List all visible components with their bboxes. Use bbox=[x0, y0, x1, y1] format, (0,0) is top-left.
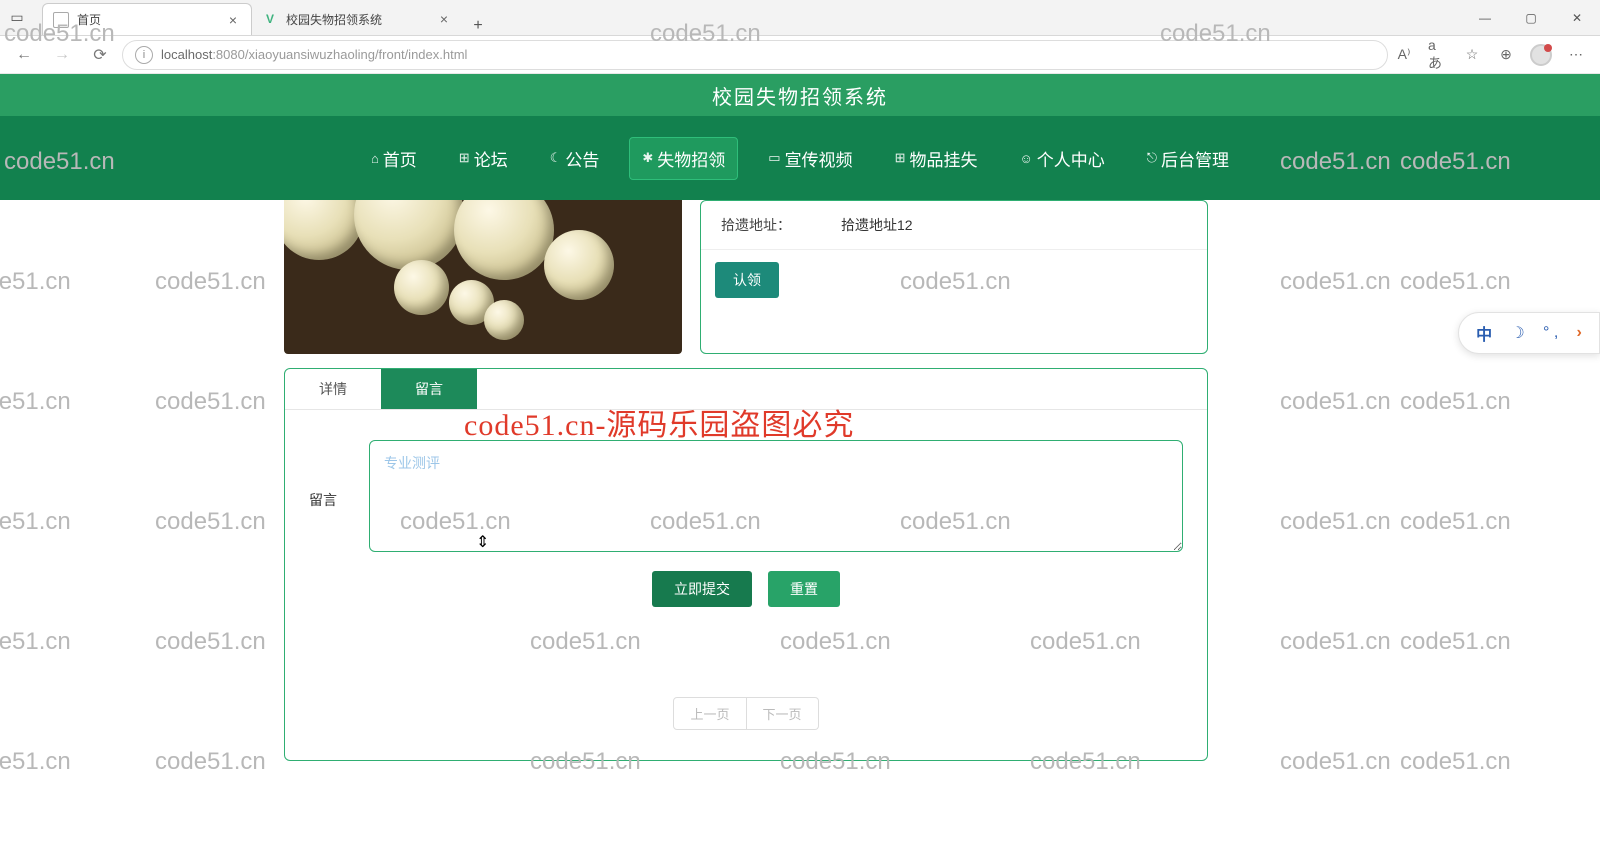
url-field[interactable]: i localhost:8080/xiaoyuansiwuzhaoling/fr… bbox=[122, 40, 1388, 70]
video-icon: ▭ bbox=[768, 150, 780, 166]
ime-punct-icon[interactable]: ° , bbox=[1543, 324, 1558, 342]
item-photo bbox=[284, 200, 682, 354]
ime-expand-icon[interactable]: › bbox=[1577, 324, 1582, 342]
nav-home[interactable]: ⌂首页 bbox=[359, 138, 429, 179]
tab-favicon-doc-icon bbox=[53, 12, 69, 28]
browser-tab-strip: ▭ 首页 × V 校园失物招领系统 × + — ▢ ✕ bbox=[0, 0, 1600, 36]
nav-notice[interactable]: ☾公告 bbox=[538, 138, 612, 179]
nav-forum[interactable]: ⊞论坛 bbox=[447, 138, 520, 179]
admin-icon: ⎋ bbox=[1147, 150, 1157, 166]
translate-icon[interactable]: aあ bbox=[1428, 45, 1448, 65]
panel-tabs: 详情 留言 bbox=[285, 369, 1207, 410]
read-aloud-icon[interactable]: A⁾ bbox=[1394, 45, 1414, 65]
window-close-icon[interactable]: ✕ bbox=[1554, 0, 1600, 35]
window-maximize-icon[interactable]: ▢ bbox=[1508, 0, 1554, 35]
ime-toolbar[interactable]: 中 ☽ ° , › bbox=[1458, 312, 1600, 354]
browser-tab-2[interactable]: V 校园失物招领系统 × bbox=[252, 3, 462, 35]
submit-button[interactable]: 立即提交 bbox=[652, 571, 752, 607]
lostreport-icon: ⊞ bbox=[895, 150, 906, 166]
nav-profile[interactable]: ☺个人中心 bbox=[1007, 138, 1116, 179]
tab-actions-button[interactable]: ▭ bbox=[0, 0, 34, 35]
lostfound-icon: ✱ bbox=[642, 150, 653, 166]
profile-avatar-icon[interactable] bbox=[1530, 44, 1552, 66]
ime-lang-icon[interactable]: 中 bbox=[1476, 321, 1492, 345]
nav-refresh-icon[interactable]: ⟳ bbox=[84, 39, 116, 71]
new-tab-button[interactable]: + bbox=[462, 17, 494, 35]
info-label: 拾遗地址： bbox=[721, 215, 841, 235]
detail-panel: 详情 留言 留言 立即提交 重置 上一页 下一页 bbox=[284, 368, 1208, 761]
nav-admin[interactable]: ⎋后台管理 bbox=[1135, 138, 1241, 179]
main-nav: ⌂首页 ⊞论坛 ☾公告 ✱失物招领 ▭宣传视频 ⊞物品挂失 ☺个人中心 ⎋后台管… bbox=[0, 116, 1600, 200]
site-title: 校园失物招领系统 bbox=[712, 81, 888, 110]
nav-lostreport[interactable]: ⊞物品挂失 bbox=[883, 138, 990, 179]
collections-icon[interactable]: ⊕ bbox=[1496, 45, 1516, 65]
ime-moon-icon[interactable]: ☽ bbox=[1510, 323, 1524, 343]
site-info-icon[interactable]: i bbox=[135, 46, 153, 64]
page-next-button[interactable]: 下一页 bbox=[747, 697, 819, 730]
page-prev-button[interactable]: 上一页 bbox=[673, 697, 746, 730]
comment-label: 留言 bbox=[309, 440, 349, 510]
browser-tab-1[interactable]: 首页 × bbox=[42, 3, 252, 35]
tab-detail[interactable]: 详情 bbox=[285, 369, 381, 409]
site-title-bar: 校园失物招领系统 bbox=[0, 74, 1600, 116]
info-row-address: 拾遗地址： 拾遗地址12 bbox=[701, 201, 1207, 250]
tab-title: 首页 bbox=[77, 11, 101, 28]
item-info-card: 拾遗地址： 拾遗地址12 认领 bbox=[700, 200, 1208, 354]
nav-forward-icon: → bbox=[46, 39, 78, 71]
profile-icon: ☺ bbox=[1019, 151, 1032, 166]
url-text: localhost:8080/xiaoyuansiwuzhaoling/fron… bbox=[161, 47, 467, 62]
tab-comment[interactable]: 留言 bbox=[381, 369, 477, 409]
forum-icon: ⊞ bbox=[459, 150, 470, 166]
comment-textarea[interactable] bbox=[369, 440, 1183, 552]
nav-video[interactable]: ▭宣传视频 bbox=[756, 138, 864, 179]
reset-button[interactable]: 重置 bbox=[768, 571, 840, 607]
info-value: 拾遗地址12 bbox=[841, 215, 913, 235]
more-icon[interactable]: ⋯ bbox=[1566, 45, 1586, 65]
home-icon: ⌂ bbox=[371, 151, 379, 166]
browser-address-bar: ← → ⟳ i localhost:8080/xiaoyuansiwuzhaol… bbox=[0, 36, 1600, 74]
tab-close-icon[interactable]: × bbox=[436, 11, 452, 27]
nav-lostfound[interactable]: ✱失物招领 bbox=[629, 137, 738, 180]
pagination: 上一页 下一页 bbox=[309, 697, 1183, 730]
nav-back-icon[interactable]: ← bbox=[8, 39, 40, 71]
tab-close-icon[interactable]: × bbox=[225, 12, 241, 28]
notice-icon: ☾ bbox=[550, 150, 562, 166]
favorites-icon[interactable]: ☆ bbox=[1462, 45, 1482, 65]
tab-title: 校园失物招领系统 bbox=[286, 11, 382, 28]
window-minimize-icon[interactable]: — bbox=[1462, 0, 1508, 35]
claim-button[interactable]: 认领 bbox=[715, 262, 779, 298]
tab-favicon-vue-icon: V bbox=[262, 11, 278, 27]
